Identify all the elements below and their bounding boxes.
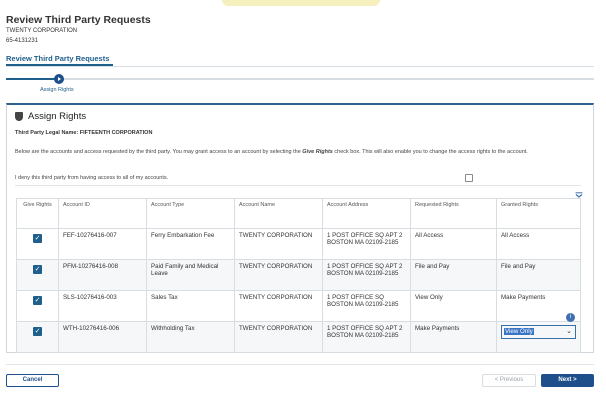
account-address-cell: 1 POST OFFICE SQ APT 2 BOSTON MA 02109-2…: [322, 259, 411, 291]
instructions-text: Below are the accounts and access reques…: [15, 149, 581, 156]
account-id-cell: WTH-10276416-006: [58, 321, 147, 353]
granted-rights-cell[interactable]: All Access: [496, 228, 581, 260]
deny-all-label: I deny this third party from having acce…: [15, 175, 169, 181]
instructions-emphasis: Give Rights: [302, 149, 333, 155]
give-rights-cell: ✓: [16, 290, 59, 322]
page: Review Third Party Requests TWENTY CORPO…: [0, 0, 606, 403]
footer-divider: [6, 364, 594, 365]
col-give-rights: Give Rights: [16, 198, 59, 229]
give-rights-cell: ✓: [16, 259, 59, 291]
col-account-address: Account Address: [322, 198, 411, 229]
col-account-name: Account Name: [234, 198, 323, 229]
table-header-row: Give Rights Account ID Account Type Acco…: [16, 198, 581, 229]
account-id-cell: FEF-10276416-007: [58, 228, 147, 260]
instructions-part-2: check box. This will also enable you to …: [332, 149, 528, 155]
account-address-cell: 1 POST OFFICE SQ APT 2 BOSTON MA 02109-2…: [322, 321, 411, 353]
table-row: ✓ SLS-10276416-003 Sales Tax TWENTY CORP…: [16, 290, 581, 322]
account-type-cell: Paid Family and Medical Leave: [146, 259, 235, 291]
play-icon: [58, 77, 61, 81]
account-name-cell: TWENTY CORPORATION: [234, 259, 323, 291]
section-tab-title: Review Third Party Requests: [6, 54, 110, 63]
organization-id: 65-4131231: [6, 38, 39, 44]
account-id-cell: PFM-10276416-008: [58, 259, 147, 291]
give-rights-cell: ✓: [16, 228, 59, 260]
accounts-table: Give Rights Account ID Account Type Acco…: [16, 198, 581, 353]
step-indicator: [54, 74, 64, 84]
top-notification-tab: [222, 0, 380, 6]
organization-name: TWENTY CORPORATION: [6, 28, 78, 34]
shield-icon: [15, 112, 23, 121]
give-rights-checkbox[interactable]: ✓: [33, 327, 42, 336]
cancel-button[interactable]: Cancel: [6, 374, 59, 387]
col-account-type: Account Type: [146, 198, 235, 229]
account-address-cell: 1 POST OFFICE SQ BOSTON MA 02109-2185: [322, 290, 411, 322]
col-granted-rights: Granted Rights: [496, 198, 581, 229]
give-rights-checkbox[interactable]: ✓: [33, 234, 42, 243]
table-row: ✓ PFM-10276416-008 Paid Family and Medic…: [16, 259, 581, 291]
col-requested-rights: Requested Rights: [410, 198, 497, 229]
col-account-id: Account ID: [58, 198, 147, 229]
info-icon[interactable]: i: [566, 313, 575, 322]
requested-rights-cell: All Access: [410, 228, 497, 260]
previous-button[interactable]: < Previous: [482, 374, 536, 387]
requested-rights-cell: Make Payments: [410, 321, 497, 353]
granted-rights-cell: View Only ⌄: [496, 321, 581, 353]
give-rights-checkbox[interactable]: ✓: [33, 296, 42, 305]
progress-track: [6, 78, 594, 80]
account-name-cell: TWENTY CORPORATION: [234, 290, 323, 322]
account-type-cell: Withholding Tax: [146, 321, 235, 353]
third-party-legal-name: Third Party Legal Name: FIFTEENTH CORPOR…: [15, 130, 153, 136]
table-row: ✓ WTH-10276416-006 Withholding Tax TWENT…: [16, 321, 581, 353]
granted-rights-selected-value: View Only: [504, 328, 534, 335]
page-title: Review Third Party Requests: [6, 14, 151, 26]
chevron-down-icon: ⌄: [566, 328, 572, 335]
next-button[interactable]: Next >: [541, 374, 594, 387]
account-address-cell: 1 POST OFFICE SQ APT 2 BOSTON MA 02109-2…: [322, 228, 411, 260]
account-type-cell: Ferry Embarkation Fee: [146, 228, 235, 260]
requested-rights-cell: File and Pay: [410, 259, 497, 291]
table-row: ✓ FEF-10276416-007 Ferry Embarkation Fee…: [16, 228, 581, 260]
granted-rights-cell[interactable]: File and Pay: [496, 259, 581, 291]
account-name-cell: TWENTY CORPORATION: [234, 321, 323, 353]
account-id-cell: SLS-10276416-003: [58, 290, 147, 322]
account-name-cell: TWENTY CORPORATION: [234, 228, 323, 260]
granted-rights-select[interactable]: View Only ⌄: [501, 325, 576, 339]
section-divider: [6, 66, 594, 67]
give-rights-cell: ✓: [16, 321, 59, 353]
deny-divider: [15, 185, 581, 186]
deny-all-checkbox[interactable]: [465, 174, 473, 182]
panel-title: Assign Rights: [28, 111, 87, 122]
give-rights-checkbox[interactable]: ✓: [33, 265, 42, 274]
account-type-cell: Sales Tax: [146, 290, 235, 322]
panel-header: Assign Rights: [15, 111, 86, 122]
step-label: Assign Rights: [40, 87, 74, 93]
progress-fill: [6, 78, 60, 80]
requested-rights-cell: View Only: [410, 290, 497, 322]
instructions-part-1: Below are the accounts and access reques…: [15, 149, 303, 155]
